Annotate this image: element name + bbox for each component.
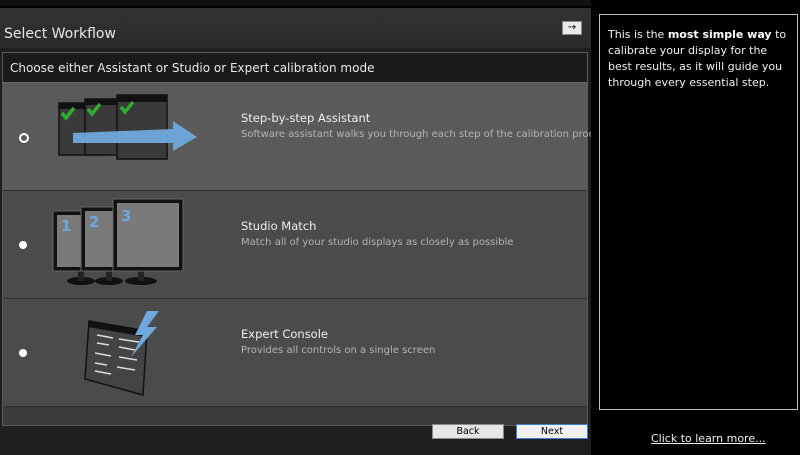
option-description: Software assistant walks you through eac… — [241, 129, 611, 140]
info-text-start: This is the — [608, 28, 668, 41]
back-button[interactable]: Back — [432, 424, 504, 439]
title-bar: Select Workflow → — [0, 8, 591, 48]
option-title: Studio Match — [241, 219, 317, 233]
radio-studio-match[interactable] — [19, 241, 27, 249]
expand-arrow-button[interactable]: → — [562, 21, 582, 35]
option-title: Step-by-step Assistant — [241, 111, 371, 125]
page-title: Select Workflow — [4, 26, 116, 42]
option-title: Expert Console — [241, 327, 328, 341]
option-description: Provides all controls on a single screen — [241, 345, 436, 356]
workflow-panel: Choose either Assistant or Studio or Exp… — [2, 52, 611, 426]
option-expert-console[interactable]: Expert Console Provides all controls on … — [3, 299, 587, 407]
monitor-label-2: 2 — [89, 213, 99, 231]
monitor-label-3: 3 — [121, 207, 131, 225]
stacked-windows-checkmarks-arrow-icon — [58, 94, 197, 160]
console-window-lightning-icon — [84, 311, 159, 396]
info-box: This is the most simple way to calibrate… — [599, 14, 798, 410]
next-button[interactable]: Next — [516, 424, 588, 439]
radio-assistant[interactable] — [19, 133, 29, 143]
option-description: Match all of your studio displays as clo… — [241, 237, 514, 248]
panel-heading-text: Choose either Assistant or Studio or Exp… — [10, 61, 375, 75]
option-studio-match[interactable]: 1 2 3 Studio Match Match all of your stu… — [3, 191, 587, 299]
radio-expert-console[interactable] — [19, 349, 27, 357]
info-sidebar: This is the most simple way to calibrate… — [591, 0, 800, 455]
monitor-label-1: 1 — [61, 217, 71, 235]
app-window: Select Workflow → Choose either Assistan… — [0, 0, 800, 455]
option-step-by-step-assistant[interactable]: Step-by-step Assistant Software assistan… — [3, 83, 611, 191]
info-text-bold: most simple way — [667, 28, 772, 41]
three-monitors-icon: 1 2 3 — [52, 198, 184, 285]
panel-heading: Choose either Assistant or Studio or Exp… — [3, 53, 587, 83]
workflow-main-area: Select Workflow → Choose either Assistan… — [0, 8, 611, 455]
learn-more-link[interactable]: Click to learn more... — [651, 432, 766, 445]
info-text: This is the most simple way to calibrate… — [608, 27, 794, 91]
